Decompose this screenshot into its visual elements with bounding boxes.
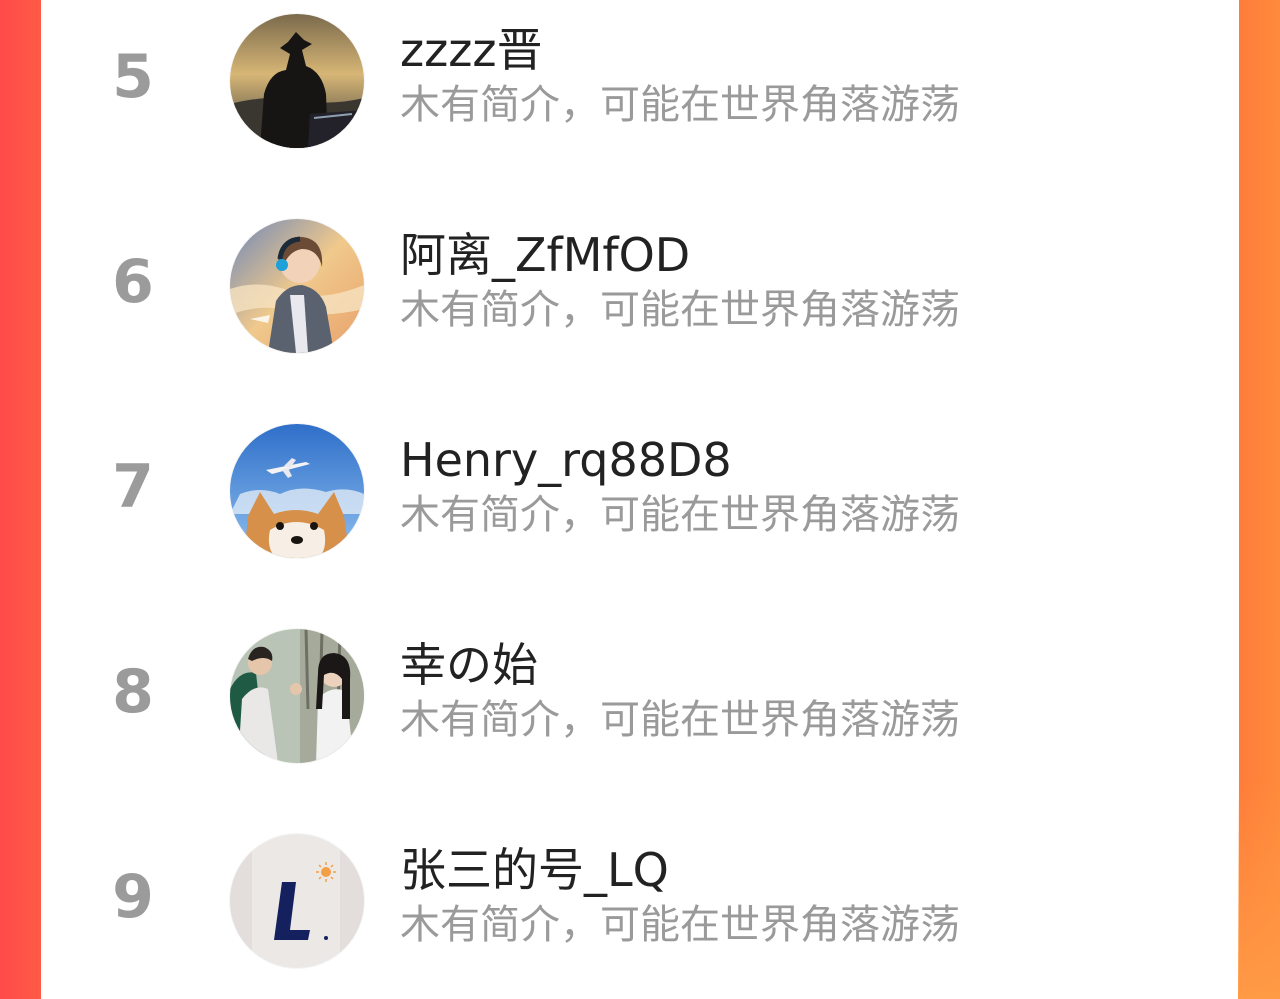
user-bio: 木有简介，可能在世界角落游荡 [400, 287, 960, 333]
ranking-list-item[interactable]: 8 幸の始 木有简介，可能在世界角落游荡 [41, 615, 1239, 765]
rank-number: 8 [112, 657, 154, 727]
couple-photo-avatar[interactable] [230, 629, 364, 763]
user-bio: 木有简介，可能在世界角落游荡 [400, 82, 960, 128]
username[interactable]: 张三的号_LQ [400, 840, 669, 900]
username[interactable]: 阿离_ZfMfOD [400, 225, 690, 285]
anime-headphones-avatar[interactable] [230, 219, 364, 353]
username[interactable]: Henry_rq88D8 [400, 430, 732, 490]
ranking-list-item[interactable]: 9 张三的号_LQ 木有简介，可能在世界角落游荡 [41, 820, 1239, 970]
user-bio: 木有简介，可能在世界角落游荡 [400, 492, 960, 538]
cowboy-silhouette-avatar[interactable] [230, 14, 364, 148]
ranking-list-card: 5 zzzz晋 木有简介，可能在世界角落游荡 6 阿离_ZfMfOD 木有简介，… [41, 0, 1239, 999]
rank-number: 9 [112, 862, 154, 932]
app-background: 5 zzzz晋 木有简介，可能在世界角落游荡 6 阿离_ZfMfOD 木有简介，… [0, 0, 1280, 999]
rank-number: 5 [112, 42, 154, 112]
user-bio: 木有简介，可能在世界角落游荡 [400, 902, 960, 948]
ranking-list-item[interactable]: 6 阿离_ZfMfOD 木有简介，可能在世界角落游荡 [41, 205, 1239, 355]
shiba-airplane-avatar[interactable] [230, 424, 364, 558]
user-bio: 木有简介，可能在世界角落游荡 [400, 697, 960, 743]
rank-number: 6 [112, 247, 154, 317]
letter-l-sun-avatar[interactable] [230, 834, 364, 968]
ranking-list-item[interactable]: 7 Henry_rq88D8 木有简介，可能在世界角落游荡 [41, 410, 1239, 560]
username[interactable]: 幸の始 [400, 635, 538, 695]
rank-number: 7 [112, 452, 154, 522]
ranking-list-item[interactable]: 5 zzzz晋 木有简介，可能在世界角落游荡 [41, 0, 1239, 150]
username[interactable]: zzzz晋 [400, 20, 543, 80]
